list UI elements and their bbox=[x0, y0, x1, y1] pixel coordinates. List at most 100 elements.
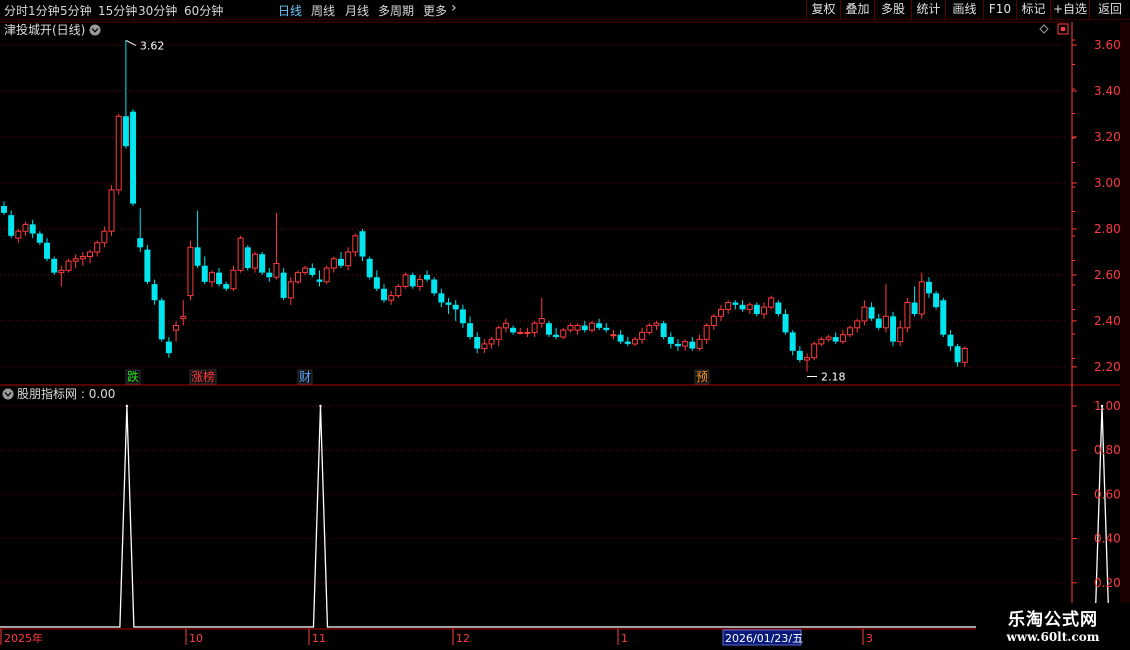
candle[interactable] bbox=[381, 284, 388, 303]
candle[interactable] bbox=[596, 318, 603, 331]
candle[interactable] bbox=[330, 256, 337, 273]
candle[interactable] bbox=[452, 300, 459, 321]
candle[interactable] bbox=[345, 247, 352, 271]
event-marker[interactable]: 涨榜 bbox=[189, 369, 217, 385]
candle[interactable] bbox=[825, 334, 832, 342]
candle[interactable] bbox=[775, 300, 782, 317]
candle[interactable] bbox=[101, 226, 108, 248]
candle[interactable] bbox=[416, 274, 423, 292]
candle[interactable] bbox=[108, 185, 115, 236]
candle[interactable] bbox=[739, 300, 746, 312]
candle[interactable] bbox=[237, 235, 244, 273]
candle[interactable] bbox=[273, 212, 280, 280]
candle[interactable] bbox=[65, 258, 72, 273]
candle[interactable] bbox=[560, 327, 567, 340]
candle[interactable] bbox=[725, 300, 732, 315]
candle[interactable] bbox=[459, 304, 466, 328]
candle[interactable] bbox=[216, 268, 223, 287]
candle[interactable] bbox=[352, 233, 359, 257]
candle[interactable] bbox=[36, 231, 43, 246]
candle[interactable] bbox=[445, 297, 452, 315]
candle[interactable] bbox=[811, 341, 818, 361]
candle[interactable] bbox=[789, 330, 796, 356]
candle[interactable] bbox=[510, 325, 517, 335]
candle[interactable] bbox=[94, 240, 101, 257]
candle[interactable] bbox=[545, 320, 552, 338]
candle[interactable] bbox=[861, 300, 868, 326]
candle[interactable] bbox=[359, 228, 366, 262]
candle[interactable] bbox=[409, 272, 416, 289]
candle[interactable] bbox=[703, 323, 710, 344]
candle[interactable] bbox=[165, 337, 172, 358]
candle[interactable] bbox=[911, 286, 918, 317]
candle[interactable] bbox=[610, 330, 617, 340]
candle[interactable] bbox=[674, 339, 681, 351]
candle[interactable] bbox=[72, 254, 79, 269]
candle[interactable] bbox=[58, 265, 65, 287]
candle[interactable] bbox=[746, 302, 753, 315]
candle[interactable] bbox=[653, 320, 660, 331]
candle[interactable] bbox=[732, 300, 739, 310]
candle[interactable] bbox=[158, 297, 165, 342]
candle[interactable] bbox=[961, 346, 968, 367]
candle[interactable] bbox=[897, 320, 904, 347]
candle[interactable] bbox=[395, 284, 402, 298]
candle[interactable] bbox=[753, 302, 760, 317]
candle[interactable] bbox=[201, 256, 208, 285]
candle[interactable] bbox=[839, 330, 846, 344]
candle[interactable] bbox=[266, 268, 273, 282]
candle[interactable] bbox=[639, 327, 646, 344]
candle[interactable] bbox=[689, 337, 696, 351]
candle[interactable] bbox=[918, 272, 925, 319]
candle[interactable] bbox=[244, 245, 251, 271]
candle[interactable] bbox=[366, 256, 373, 280]
candle[interactable] bbox=[130, 109, 137, 206]
candle[interactable] bbox=[280, 268, 287, 301]
candle[interactable] bbox=[890, 311, 897, 347]
candle[interactable] bbox=[624, 337, 631, 347]
candle[interactable] bbox=[438, 288, 445, 308]
candle[interactable] bbox=[223, 281, 230, 292]
candle[interactable] bbox=[302, 265, 309, 275]
diamond-icon[interactable] bbox=[1039, 24, 1049, 34]
candle[interactable] bbox=[259, 251, 266, 275]
candle[interactable] bbox=[538, 297, 545, 328]
candle[interactable] bbox=[495, 325, 502, 347]
candle[interactable] bbox=[309, 263, 316, 278]
candle[interactable] bbox=[947, 330, 954, 351]
candle[interactable] bbox=[782, 309, 789, 335]
candle[interactable] bbox=[524, 327, 531, 338]
candle[interactable] bbox=[818, 337, 825, 347]
candle[interactable] bbox=[646, 323, 653, 335]
candle[interactable] bbox=[424, 270, 431, 282]
candle[interactable] bbox=[173, 320, 180, 342]
candle[interactable] bbox=[488, 337, 495, 349]
candle[interactable] bbox=[696, 334, 703, 351]
candle[interactable] bbox=[567, 323, 574, 333]
candle[interactable] bbox=[581, 320, 588, 333]
candle[interactable] bbox=[316, 270, 323, 287]
candle[interactable] bbox=[51, 256, 58, 275]
candle[interactable] bbox=[531, 320, 538, 338]
candle[interactable] bbox=[137, 208, 144, 252]
candle[interactable] bbox=[151, 279, 158, 305]
candle[interactable] bbox=[796, 346, 803, 363]
candle[interactable] bbox=[682, 339, 689, 351]
candle[interactable] bbox=[474, 332, 481, 354]
candle[interactable] bbox=[294, 270, 301, 285]
title-dropdown-icon[interactable] bbox=[89, 24, 101, 36]
candle[interactable] bbox=[617, 330, 624, 344]
candle[interactable] bbox=[481, 339, 488, 354]
candle[interactable] bbox=[87, 249, 94, 264]
candle[interactable] bbox=[631, 337, 638, 347]
event-marker[interactable]: 财 bbox=[297, 369, 313, 385]
candle[interactable] bbox=[122, 40, 129, 149]
candle[interactable] bbox=[29, 219, 36, 239]
candle[interactable] bbox=[208, 270, 215, 287]
candle[interactable] bbox=[940, 297, 947, 338]
candle[interactable] bbox=[337, 251, 344, 269]
candle[interactable] bbox=[854, 318, 861, 333]
candle[interactable] bbox=[882, 284, 889, 333]
candle[interactable] bbox=[925, 277, 932, 298]
candle[interactable] bbox=[768, 295, 775, 310]
